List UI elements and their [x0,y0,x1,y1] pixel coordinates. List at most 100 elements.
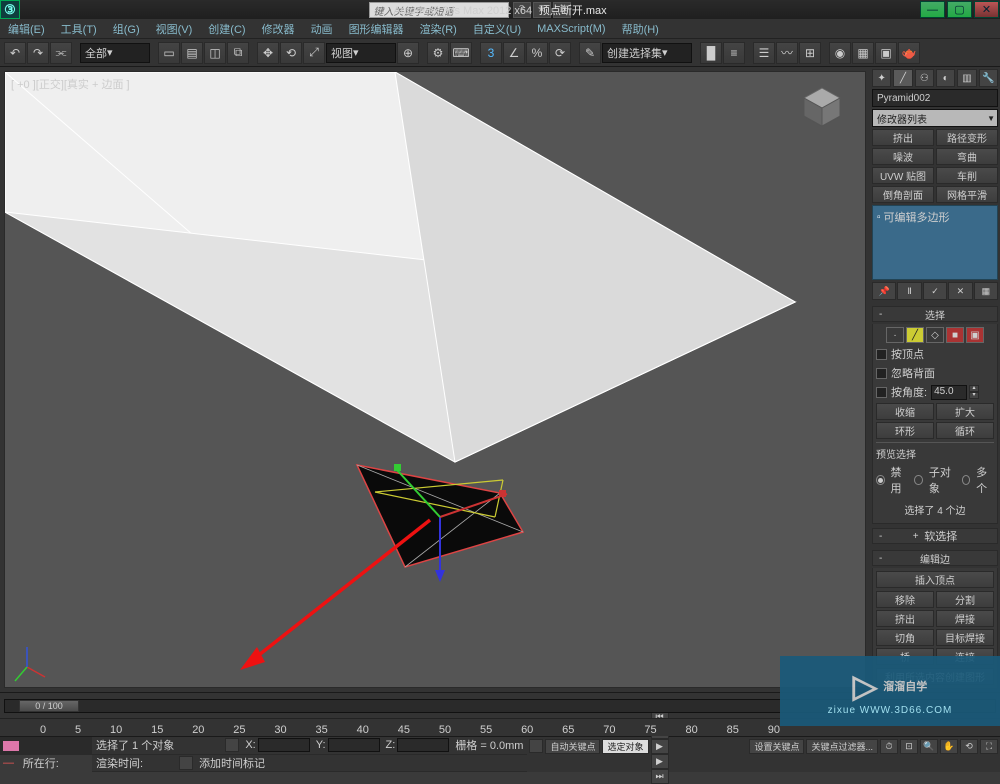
viewport-label[interactable]: [ +0 ][正交][真实 + 边面 ] [11,76,130,92]
material-icon[interactable]: ◉ [829,42,851,64]
tab-create-icon[interactable]: ✦ [872,69,891,87]
layers-icon[interactable]: ☰ [753,42,775,64]
move-icon[interactable]: ✥ [257,42,279,64]
render-frame-icon[interactable]: ▣ [875,42,897,64]
mod-btn-extrude[interactable]: 挤出 [872,129,934,146]
subobj-element-icon[interactable]: ▣ [966,327,984,343]
autokey-button[interactable]: 自动关键点 [545,739,600,754]
tab-modify-icon[interactable]: ╱ [893,69,912,87]
btn-target-weld[interactable]: 目标焊接 [936,629,994,646]
unique-icon[interactable]: ✓ [923,282,947,300]
menu-help[interactable]: 帮助(H) [618,19,663,39]
angle-input[interactable]: 45.0 [931,385,967,400]
render-setup-icon[interactable]: ▦ [852,42,874,64]
menu-modifiers[interactable]: 修改器 [258,19,299,39]
viewport[interactable]: [ +0 ][正交][真实 + 边面 ] [4,71,866,688]
btn-extrude-edge[interactable]: 挤出 [876,610,934,627]
snap-icon[interactable]: 3 [480,42,502,64]
key-icon[interactable] [529,739,543,753]
mod-btn-lathe[interactable]: 车削 [936,167,998,184]
rollout-selection-header[interactable]: 选择 [872,306,998,322]
btn-ring[interactable]: 环形 [876,422,934,439]
coord-y[interactable] [328,738,380,752]
object-name-field[interactable]: Pyramid002 [872,89,998,107]
scope-dropdown[interactable]: 全部 ▾ [80,43,150,63]
radio-preview-multi[interactable] [962,475,971,485]
named-sel-icon[interactable]: ✎ [579,42,601,64]
menu-create[interactable]: 创建(C) [204,19,249,39]
select-region-icon[interactable]: ◫ [204,42,226,64]
rollout-softsel-header[interactable]: + 软选择 [872,528,998,544]
mod-btn-meshsmooth[interactable]: 网格平滑 [936,186,998,203]
subobj-vertex-icon[interactable]: · [886,327,904,343]
subobj-poly-icon[interactable]: ■ [946,327,964,343]
modifier-list-dropdown[interactable]: 修改器列表 [872,109,998,127]
mod-btn-bend[interactable]: 弯曲 [936,148,998,165]
mod-btn-noise[interactable]: 噪波 [872,148,934,165]
btn-chamfer[interactable]: 切角 [876,629,934,646]
angle-down[interactable]: ▾ [969,392,979,399]
tab-hierarchy-icon[interactable]: ⚇ [915,69,934,87]
lock-icon[interactable] [225,738,239,752]
subobj-edge-icon[interactable]: ╱ [906,327,924,343]
align-icon[interactable]: ≡ [723,42,745,64]
minimize-button[interactable]: — [920,1,945,18]
angle-snap-icon[interactable]: ∠ [503,42,525,64]
goto-end-icon[interactable]: ⏭ [651,769,669,784]
menu-animation[interactable]: 动画 [307,19,337,39]
material-swatch[interactable] [3,741,19,751]
radio-preview-sub[interactable] [914,475,923,485]
modifier-stack[interactable]: ▫ 可编辑多边形 [872,205,998,280]
menu-graph[interactable]: 图形编辑器 [345,19,408,39]
keyboard-icon[interactable]: ⌨ [450,42,472,64]
close-button[interactable]: ✕ [974,1,999,18]
time-config-icon[interactable]: ⏱ [880,739,898,754]
app-logo[interactable]: ③ [0,0,20,19]
tab-utilities-icon[interactable]: 🔧 [979,69,998,87]
next-frame-icon[interactable]: ▶ [651,754,669,769]
curve-editor-icon[interactable]: 〰 [776,42,798,64]
zoom-ext-icon[interactable]: ⊡ [900,739,918,754]
subobj-border-icon[interactable]: ◇ [926,327,944,343]
show-end-icon[interactable]: Ⅱ [897,282,921,300]
sel-obj-dropdown[interactable]: 选定对象 [602,739,648,754]
tab-display-icon[interactable]: ▥ [957,69,976,87]
menu-tools[interactable]: 工具(T) [57,19,101,39]
redo-icon[interactable]: ↷ [27,42,49,64]
link-icon[interactable]: ⫘ [50,42,72,64]
rotate-icon[interactable]: ⟲ [280,42,302,64]
stack-item-editable-poly[interactable]: ▫ 可编辑多边形 [875,208,995,226]
manip-icon[interactable]: ⚙ [427,42,449,64]
chk-by-vertex[interactable] [876,349,887,360]
window-crossing-icon[interactable]: ⧉ [227,42,249,64]
menu-customize[interactable]: 自定义(U) [469,19,525,39]
schematic-icon[interactable]: ⊞ [799,42,821,64]
select-name-icon[interactable]: ▤ [181,42,203,64]
maximize-vp-icon[interactable]: ⛶ [980,739,998,754]
rollout-editedge-header[interactable]: 编辑边 [872,550,998,566]
menu-edit[interactable]: 编辑(E) [4,19,49,39]
time-thumb[interactable]: 0 / 100 [19,700,79,712]
menu-render[interactable]: 渲染(R) [416,19,461,39]
mod-btn-uvw[interactable]: UVW 贴图 [872,167,934,184]
selset-dropdown[interactable]: 创建选择集 ▾ [602,43,692,63]
coord-x[interactable] [258,738,310,752]
zoom-icon[interactable]: 🔍 [920,739,938,754]
btn-remove[interactable]: 移除 [876,591,934,608]
refcoord-dropdown[interactable]: 视图 ▾ [326,43,396,63]
mod-btn-pathdeform[interactable]: 路径变形 [936,129,998,146]
setkey-button[interactable]: 设置关键点 [749,739,804,754]
pan-icon[interactable]: ✋ [940,739,958,754]
btn-split[interactable]: 分割 [936,591,994,608]
btn-weld[interactable]: 焊接 [936,610,994,627]
render-icon[interactable]: 🫖 [898,42,920,64]
mirror-icon[interactable]: ▐▌ [700,42,722,64]
remove-mod-icon[interactable]: ✕ [948,282,972,300]
mod-btn-bevel[interactable]: 倒角剖面 [872,186,934,203]
menu-group[interactable]: 组(G) [109,19,144,39]
btn-grow[interactable]: 扩大 [936,403,994,420]
angle-up[interactable]: ▴ [969,385,979,392]
scale-icon[interactable]: ⤢ [303,42,325,64]
viewcube[interactable] [800,84,845,129]
orbit-icon[interactable]: ⟲ [960,739,978,754]
